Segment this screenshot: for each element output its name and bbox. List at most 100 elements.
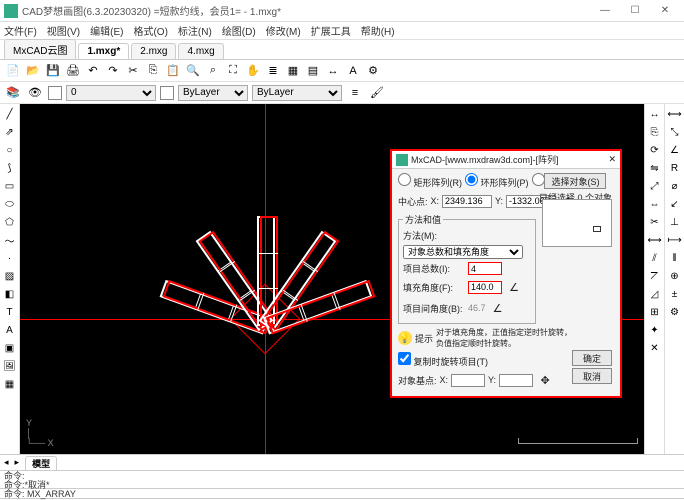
layer-stack-icon[interactable]: 📚 <box>4 84 22 102</box>
save-icon[interactable]: 💾 <box>44 62 62 80</box>
region-icon[interactable]: ◧ <box>2 286 18 302</box>
dialog-titlebar[interactable]: MxCAD-[www.mxdraw3d.com]-[阵列] ✕ <box>392 151 620 169</box>
tab-3[interactable]: 4.mxg <box>178 43 223 59</box>
arc-icon[interactable]: ⟆ <box>2 160 18 176</box>
print-icon[interactable]: 🖨 <box>64 62 82 80</box>
trim-icon[interactable]: ✂ <box>647 214 663 230</box>
undo-icon[interactable]: ↶ <box>84 62 102 80</box>
layer-color-swatch[interactable] <box>48 86 62 100</box>
polyline-icon[interactable]: ⇗ <box>2 124 18 140</box>
block-icon[interactable]: ▦ <box>284 62 302 80</box>
erase-icon[interactable]: ✕ <box>647 340 663 356</box>
center-mark-icon[interactable]: ⊕ <box>667 268 683 284</box>
maximize-button[interactable]: ☐ <box>620 2 650 20</box>
color-swatch[interactable] <box>160 86 174 100</box>
aligned-dim-icon[interactable]: ⤡ <box>667 124 683 140</box>
line-icon[interactable]: ╱ <box>2 106 18 122</box>
pick-base-icon[interactable]: ✥ <box>536 371 554 389</box>
method-select[interactable]: 对象总数和填充角度 <box>403 245 523 259</box>
chamfer-icon[interactable]: ◿ <box>647 286 663 302</box>
continue-dim-icon[interactable]: ⟼ <box>667 232 683 248</box>
array-icon[interactable]: ⊞ <box>647 304 663 320</box>
layer-vis-icon[interactable]: 👁 <box>26 84 44 102</box>
baseline-dim-icon[interactable]: ⫴ <box>667 250 683 266</box>
minimize-button[interactable]: — <box>590 2 620 20</box>
close-button[interactable]: ✕ <box>650 2 680 20</box>
select-objects-button[interactable]: 选择对象(S) <box>544 173 606 189</box>
tab-1[interactable]: 1.mxg* <box>78 43 129 59</box>
dim-style-icon[interactable]: ⚙ <box>667 304 683 320</box>
scale-icon[interactable]: ⤢ <box>647 178 663 194</box>
linetype-select[interactable]: ByLayer <box>252 85 342 101</box>
explode-icon[interactable]: ✦ <box>647 322 663 338</box>
lineweight-icon[interactable]: ≡ <box>346 84 364 102</box>
center-x-input[interactable] <box>442 195 492 208</box>
pick-item-angle-icon[interactable]: ∠ <box>489 299 507 317</box>
radius-dim-icon[interactable]: R <box>667 160 683 176</box>
pick-fill-angle-icon[interactable]: ∠ <box>505 278 523 296</box>
copy-obj-icon[interactable]: ⎘ <box>647 124 663 140</box>
item-count-input[interactable] <box>468 262 502 275</box>
new-icon[interactable]: 📄 <box>4 62 22 80</box>
text-icon-2[interactable]: A <box>2 322 18 338</box>
block-insert-icon[interactable]: ▣ <box>2 340 18 356</box>
layout-next-icon[interactable]: ▸ <box>15 457 20 468</box>
rect-icon[interactable]: ▭ <box>2 178 18 194</box>
cut-icon[interactable]: ✂ <box>124 62 142 80</box>
ord-dim-icon[interactable]: ⊥ <box>667 214 683 230</box>
menu-draw[interactable]: 绘图(D) <box>222 23 256 38</box>
tolerance-icon[interactable]: ± <box>667 286 683 302</box>
layers-icon[interactable]: ≣ <box>264 62 282 80</box>
hatch-icon[interactable]: ▨ <box>2 268 18 284</box>
rotate-items-checkbox[interactable]: 复制时旋转项目(T) <box>398 352 488 368</box>
paste-icon[interactable]: 📋 <box>164 62 182 80</box>
mirror-icon[interactable]: ⇋ <box>647 160 663 176</box>
layer-select[interactable]: 0 <box>66 85 156 101</box>
spline-icon[interactable]: 〜 <box>2 232 18 248</box>
mtext-icon[interactable]: T <box>2 304 18 320</box>
layout-prev-icon[interactable]: ◂ <box>4 457 9 468</box>
base-x-input[interactable] <box>451 374 485 387</box>
model-tab[interactable]: 模型 <box>25 456 57 470</box>
open-icon[interactable]: 📂 <box>24 62 42 80</box>
rotate-icon[interactable]: ⟳ <box>647 142 663 158</box>
fill-angle-input[interactable] <box>468 281 502 294</box>
cancel-button[interactable]: 取消 <box>572 368 612 384</box>
linear-dim-icon[interactable]: ⟷ <box>667 106 683 122</box>
menu-extend[interactable]: 扩展工具 <box>311 23 351 38</box>
offset-icon[interactable]: ⫽ <box>647 250 663 266</box>
polygon-icon[interactable]: ⬠ <box>2 214 18 230</box>
search-icon[interactable]: 🔍 <box>184 62 202 80</box>
move-icon[interactable]: ↔ <box>647 106 663 122</box>
menu-help[interactable]: 帮助(H) <box>361 23 395 38</box>
dialog-close-icon[interactable]: ✕ <box>608 154 616 165</box>
table-icon[interactable]: ▤ <box>304 62 322 80</box>
ellipse-icon[interactable]: ⬭ <box>2 196 18 212</box>
leader-icon[interactable]: ↙ <box>667 196 683 212</box>
menu-file[interactable]: 文件(F) <box>4 23 37 38</box>
angular-dim-icon[interactable]: ∠ <box>667 142 683 158</box>
ok-button[interactable]: 确定 <box>572 350 612 366</box>
point-icon[interactable]: · <box>2 250 18 266</box>
menu-dim[interactable]: 标注(N) <box>178 23 212 38</box>
pan-icon[interactable]: ✋ <box>244 62 262 80</box>
stretch-icon[interactable]: ⇔ <box>647 196 663 212</box>
settings-icon[interactable]: ⚙ <box>364 62 382 80</box>
color-select[interactable]: ByLayer <box>178 85 248 101</box>
menu-view[interactable]: 视图(V) <box>47 23 80 38</box>
tab-2[interactable]: 2.mxg <box>131 43 176 59</box>
tab-cloud[interactable]: MxCAD云图 <box>4 39 76 59</box>
drawing-canvas[interactable]: Y│└── X MxCAD-[www.mxdraw3d.com]-[阵列] ✕ … <box>20 104 644 454</box>
menu-format[interactable]: 格式(O) <box>133 23 167 38</box>
brush-icon[interactable]: 🖌 <box>368 84 386 102</box>
diameter-dim-icon[interactable]: ⌀ <box>667 178 683 194</box>
base-y-input[interactable] <box>499 374 533 387</box>
image-icon[interactable]: 🖼 <box>2 358 18 374</box>
redo-icon[interactable]: ↷ <box>104 62 122 80</box>
table-icon-2[interactable]: ▦ <box>2 376 18 392</box>
text-icon[interactable]: A <box>344 62 362 80</box>
menu-modify[interactable]: 修改(M) <box>266 23 301 38</box>
zoom-window-icon[interactable]: ⌕ <box>204 62 222 80</box>
fillet-icon[interactable]: ⦢ <box>647 268 663 284</box>
dim-icon[interactable]: ↔ <box>324 62 342 80</box>
